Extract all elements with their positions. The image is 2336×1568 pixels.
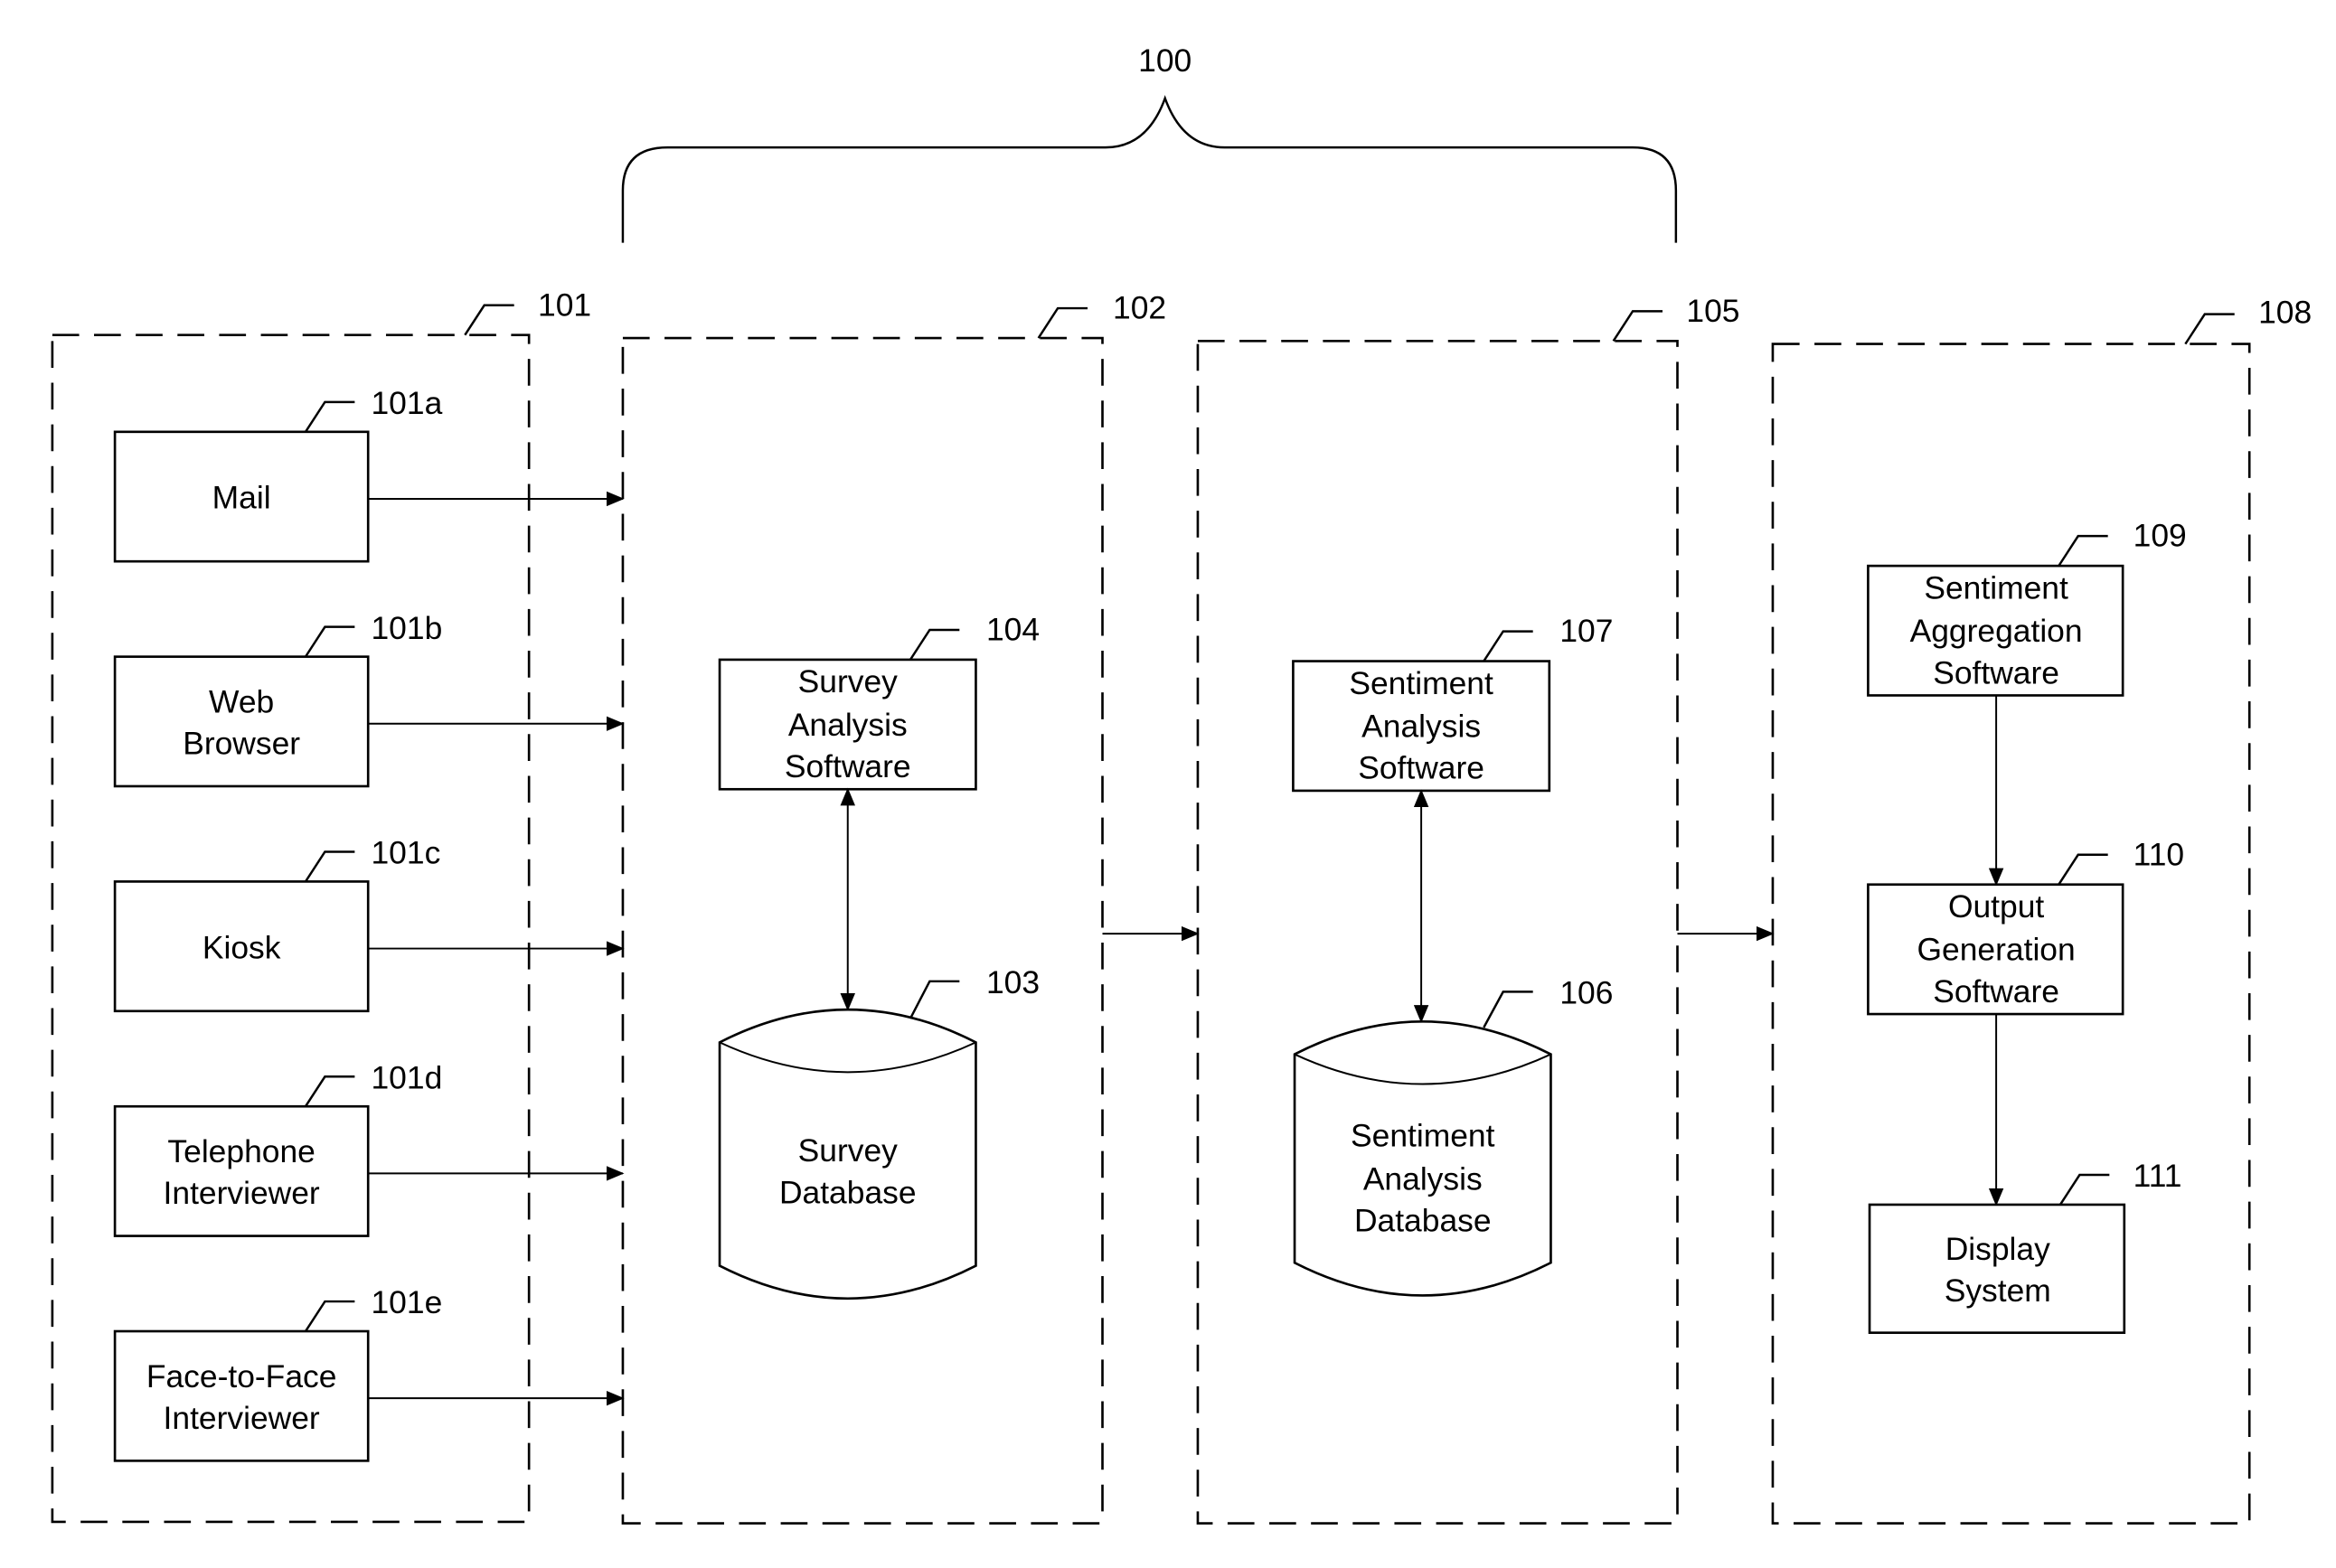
input-label-line: Browser: [183, 726, 300, 762]
leader-line: [304, 625, 355, 658]
ref-label-101b: 101b: [371, 610, 442, 646]
box-label-line: Generation: [1917, 932, 2076, 968]
box-label-line: Software: [1358, 750, 1484, 786]
db-label-line: Database: [1354, 1203, 1492, 1239]
ref-label-108: 108: [2258, 295, 2312, 331]
box-label-line: Survey: [798, 663, 898, 699]
system-brace: 100: [621, 42, 1678, 243]
survey-database[interactable]: 103 Survey Database: [718, 964, 1040, 1300]
input-box: [113, 1329, 370, 1462]
db-label-line: Database: [779, 1174, 917, 1210]
input-channel-list: 101a Mail 101b Web Browser 101c Kiosk 101d Telep…: [113, 385, 625, 1462]
ref-label-101d: 101d: [371, 1059, 442, 1095]
input-label-line: Mail: [212, 480, 271, 516]
input-channel-101c[interactable]: 101c Kiosk: [113, 835, 440, 1013]
ref-label-101c: 101c: [371, 835, 440, 871]
ref-label-107: 107: [1559, 613, 1613, 649]
input-channel-101d[interactable]: 101d Telephone Interviewer: [113, 1059, 442, 1237]
input-channel-101a[interactable]: 101a Mail: [113, 385, 443, 563]
input-channel-101b[interactable]: 101b Web Browser: [113, 610, 442, 788]
db-label-line: Survey: [798, 1132, 898, 1169]
input-label-line: Interviewer: [164, 1400, 320, 1436]
ref-label-101: 101: [538, 286, 591, 323]
ref-label-101a: 101a: [371, 385, 442, 421]
input-label-line: Telephone: [167, 1133, 315, 1169]
input-label-line: Kiosk: [203, 929, 281, 965]
output-generation-software[interactable]: 110 Output Generation Software: [1867, 836, 2184, 1016]
group-sentiment-analysis: 105: [1196, 293, 1739, 1525]
survey-analysis-software[interactable]: 104 Survey Analysis Software: [718, 611, 1040, 791]
leader-line: [304, 1075, 355, 1107]
sentiment-analysis-software[interactable]: 107 Sentiment Analysis Software: [1292, 613, 1613, 793]
ref-label-102: 102: [1113, 290, 1166, 326]
box-label-line: Sentiment: [1349, 665, 1493, 701]
display-system[interactable]: 111 Display System: [1868, 1158, 2182, 1334]
ref-label-103: 103: [986, 964, 1040, 1000]
box-label-line: Software: [1933, 973, 2059, 1009]
box-label-line: Aggregation: [1910, 613, 2083, 649]
box-label-line: Analysis: [788, 707, 908, 743]
input-box: [113, 1104, 370, 1237]
box-label-line: Software: [785, 748, 911, 784]
system-diagram: 100 101 102 105 108 101a Mail 101b Web Brows…: [51, 42, 2312, 1525]
box-label-line: Display: [1945, 1231, 2050, 1267]
ref-label-104: 104: [986, 611, 1040, 647]
ref-label-101e: 101e: [371, 1284, 442, 1320]
sentiment-analysis-database[interactable]: 106 Sentiment Analysis Database: [1293, 975, 1613, 1297]
ref-label-106: 106: [1559, 975, 1613, 1011]
box-label-line: Analysis: [1361, 709, 1481, 745]
ref-label-109: 109: [2133, 518, 2187, 554]
ref-label-111: 111: [2133, 1158, 2182, 1194]
db-label-line: Sentiment: [1351, 1118, 1495, 1154]
box-label-line: Output: [1948, 888, 2044, 925]
box-label-line: Software: [1933, 654, 2059, 690]
input-label-line: Web: [209, 683, 274, 719]
input-box: [113, 655, 370, 788]
ref-label-100: 100: [1138, 42, 1192, 79]
input-channel-101e[interactable]: 101e Face-to-Face Interviewer: [113, 1284, 442, 1462]
ref-label-105: 105: [1686, 293, 1739, 329]
db-label-line: Analysis: [1363, 1160, 1483, 1197]
input-label-line: Interviewer: [164, 1175, 320, 1211]
ref-label-110: 110: [2133, 836, 2184, 872]
leader-line: [304, 400, 355, 433]
sentiment-aggregation-software[interactable]: 109 Sentiment Aggregation Software: [1867, 518, 2187, 697]
leader-line: [304, 1300, 355, 1332]
box-label-line: Sentiment: [1924, 569, 2068, 606]
input-label-line: Face-to-Face: [146, 1358, 337, 1394]
box-label-line: System: [1945, 1272, 2051, 1309]
group-survey-analysis: 102: [621, 290, 1166, 1525]
leader-line: [304, 850, 355, 883]
